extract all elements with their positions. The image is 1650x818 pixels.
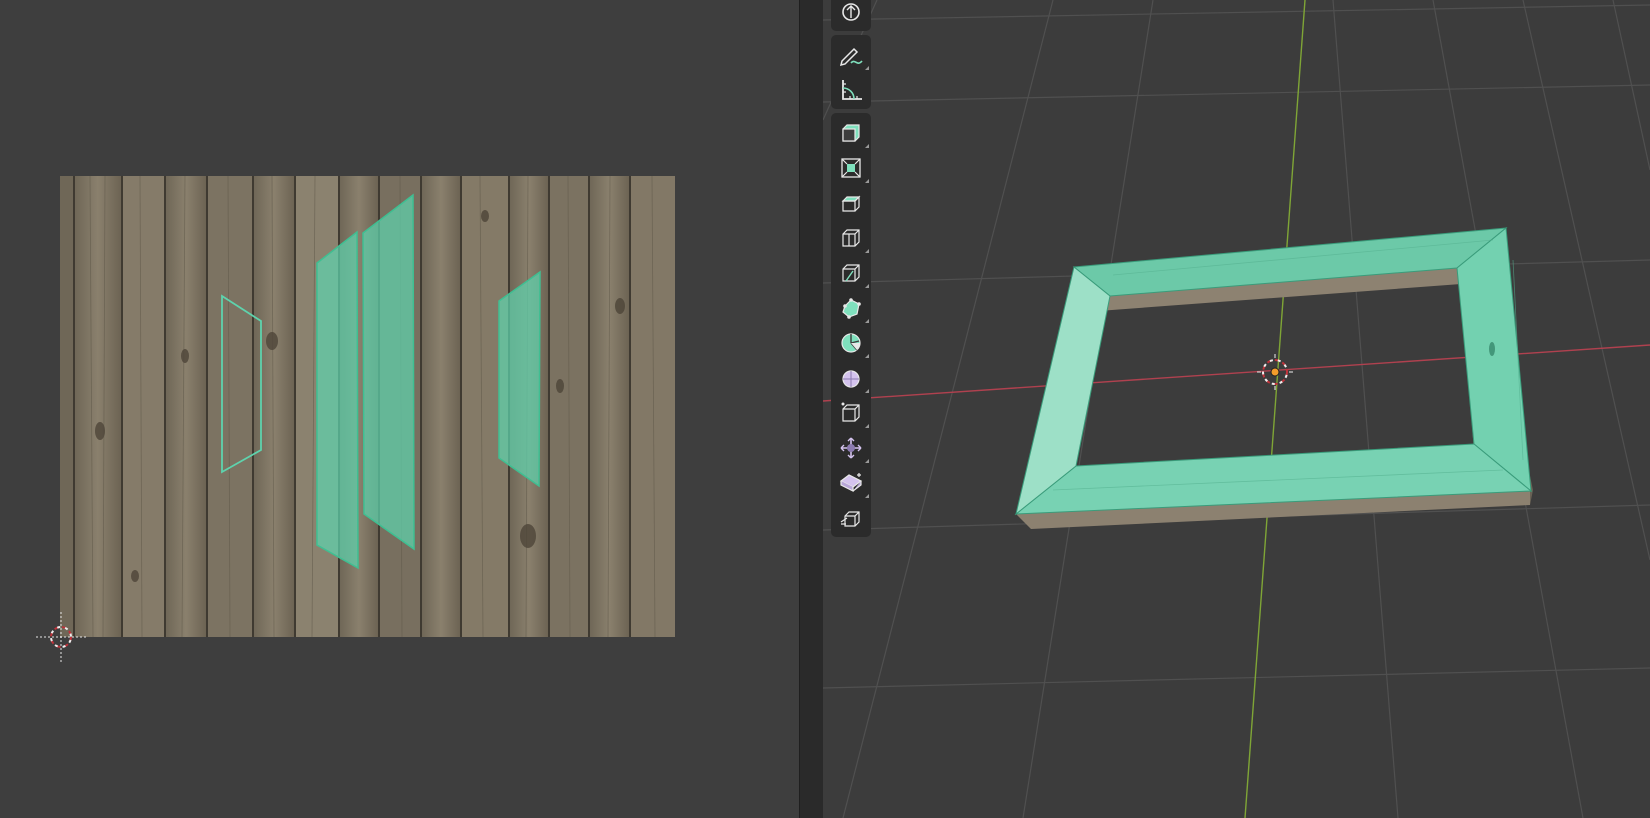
measure-ruler-icon — [842, 79, 862, 100]
annotate-tool-button[interactable] — [831, 37, 871, 72]
measure-tool-button[interactable] — [831, 72, 871, 107]
3d-viewport[interactable] — [823, 0, 1650, 818]
annotate-pencil-icon — [839, 47, 863, 66]
tool-shelf — [831, 0, 871, 541]
3d-cursor-icon — [1257, 354, 1293, 390]
smooth-tool-button[interactable] — [831, 395, 871, 430]
tool-group-mesh — [831, 113, 871, 537]
smooth-vertices-icon — [841, 402, 860, 422]
picture-frame-mesh — [1014, 227, 1533, 529]
2d-cursor-icon[interactable] — [36, 612, 86, 662]
knife-icon — [842, 297, 861, 319]
inset-tool-button[interactable] — [831, 185, 871, 220]
inset-faces-icon — [841, 195, 861, 212]
spin-icon — [842, 369, 860, 388]
extrude-tool-button[interactable] — [831, 150, 871, 185]
uv-texture-image — [60, 176, 675, 637]
shear-tool-button[interactable] — [831, 500, 871, 535]
area-splitter[interactable] — [799, 0, 825, 818]
edge-slide-tool-button[interactable] — [831, 430, 871, 465]
knife-tool-button[interactable] — [831, 290, 871, 325]
x-axis — [823, 344, 1650, 402]
add-cube-icon — [842, 123, 860, 142]
spin-tool-button[interactable] — [831, 360, 871, 395]
bevel-icon — [842, 228, 860, 247]
bevel-tool-button[interactable] — [831, 220, 871, 255]
tool-group-transform — [831, 0, 871, 31]
uv-editor[interactable] — [0, 0, 799, 818]
transform-gizmo-icon — [842, 2, 860, 21]
poly-build-tool-button[interactable] — [831, 325, 871, 360]
poly-build-icon — [841, 332, 861, 353]
shear-icon — [840, 510, 860, 527]
add-cube-tool-button[interactable] — [831, 115, 871, 150]
y-axis — [1244, 0, 1306, 818]
transform-tool-button[interactable] — [831, 0, 871, 29]
tool-group-annotate — [831, 35, 871, 109]
extrude-region-icon — [841, 157, 861, 178]
edge-slide-icon — [840, 437, 862, 458]
floor-grid — [823, 0, 1650, 818]
loop-cut-tool-button[interactable] — [831, 255, 871, 290]
loop-cut-icon — [842, 263, 860, 282]
viewport-scene — [823, 0, 1650, 818]
shrink-fatten-icon — [839, 472, 863, 492]
shrink-fatten-tool-button[interactable] — [831, 465, 871, 500]
